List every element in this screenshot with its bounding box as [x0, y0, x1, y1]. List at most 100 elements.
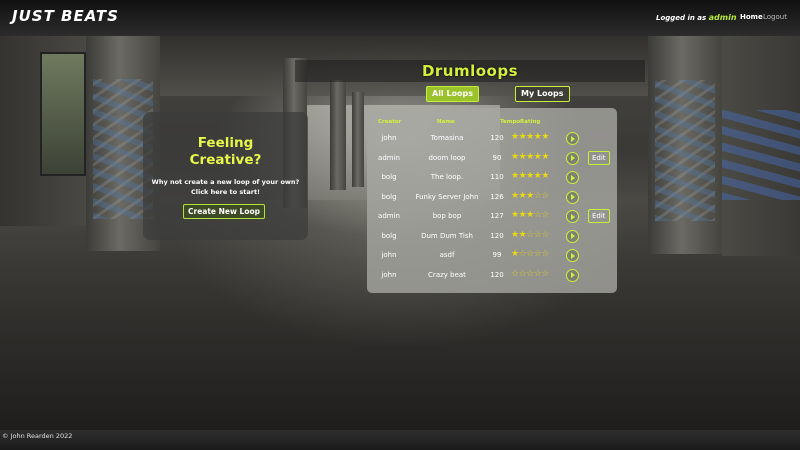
cell-name: asdf	[439, 251, 455, 259]
star-filled-icon: ★	[526, 210, 534, 220]
cell-tempo: 120	[490, 134, 504, 142]
creative-heading-line2: Creative?	[189, 152, 262, 168]
play-circle-icon[interactable]	[566, 268, 579, 282]
star-filled-icon: ★	[526, 151, 534, 162]
cell-name: doom loop	[428, 153, 466, 162]
play-circle-icon[interactable]	[566, 249, 579, 262]
creative-heading: Feeling Creative?	[143, 135, 308, 169]
rating-stars: ☆☆☆☆☆	[511, 269, 549, 279]
star-filled-icon: ★	[511, 210, 519, 220]
tab-all-loops[interactable]: All Loops	[426, 86, 480, 102]
page-title: Drumloops	[421, 62, 519, 80]
login-prefix: Logged in as	[656, 14, 707, 22]
play-circle-icon[interactable]	[566, 171, 579, 184]
star-filled-icon: ★	[511, 249, 519, 259]
star-empty-icon: ☆	[511, 268, 519, 279]
star-filled-icon: ★	[526, 132, 534, 142]
table-row: bolg The loop. 110 ★★★★★	[367, 168, 617, 187]
rating-stars: ★★★☆☆	[511, 191, 549, 201]
star-empty-icon: ☆	[541, 210, 549, 220]
creative-text-line2: Click here to start!	[190, 188, 261, 196]
cell-creator: bolg	[381, 192, 397, 201]
play-circle-icon[interactable]	[566, 210, 579, 223]
table-row: bolg Funky Server John 126 ★★★☆☆	[367, 188, 617, 207]
star-filled-icon: ★	[541, 132, 549, 142]
loops-table: Creator Name Tempo Rating john Tomasina 12…	[367, 108, 617, 293]
cell-name: Dum Dum Tish	[421, 231, 473, 240]
login-status: Logged in as admin	[656, 13, 737, 22]
cell-tempo: 120	[490, 231, 504, 240]
header-creator: Creator	[378, 119, 402, 125]
header-name: Name	[437, 119, 455, 125]
rating-stars: ★★★★★	[511, 171, 549, 181]
table-row: admin bop bop 127 ★★★☆☆ Edit	[367, 207, 617, 226]
pillar	[330, 80, 346, 190]
star-empty-icon: ☆	[541, 190, 549, 201]
tab-my-loops[interactable]: My Loops	[515, 86, 570, 102]
star-empty-icon: ☆	[541, 268, 549, 279]
star-filled-icon: ★	[511, 190, 519, 201]
copyright-text: © John Rearden 2022	[2, 432, 73, 440]
star-empty-icon: ☆	[526, 249, 534, 259]
username: admin	[708, 13, 737, 22]
cell-name: Funky Server John	[415, 192, 479, 201]
edit-button[interactable]: Edit	[588, 150, 610, 165]
star-filled-icon: ★	[541, 171, 549, 181]
nav-logout-link[interactable]: Logout	[763, 13, 787, 21]
footer: © John Rearden 2022	[0, 430, 800, 450]
cell-name: Crazy beat	[428, 270, 466, 279]
cell-creator: admin	[378, 153, 400, 162]
play-circle-icon[interactable]	[566, 151, 579, 165]
table-row: bolg Dum Dum Tish 120 ★★☆☆☆	[367, 227, 617, 246]
brand-logo[interactable]: JUST BEATS	[12, 7, 119, 25]
cell-tempo: 126	[490, 192, 504, 201]
create-loop-card: Feeling Creative? Why not create a new l…	[143, 112, 308, 240]
table-row: john Tomasina 120 ★★★★★	[367, 129, 617, 148]
rating-stars: ★★★★★	[511, 132, 549, 142]
pillar	[648, 36, 722, 254]
cell-creator: bolg	[381, 173, 397, 181]
star-filled-icon: ★	[511, 171, 519, 181]
navbar: JUST BEATS Logged in as admin Home Logou…	[0, 0, 800, 36]
star-filled-icon: ★	[541, 151, 549, 162]
left-window	[40, 52, 86, 176]
nav-home-link[interactable]: Home	[740, 13, 763, 21]
header-rating: Rating	[520, 119, 541, 125]
star-filled-icon: ★	[511, 151, 519, 162]
table-row: john Crazy beat 120 ☆☆☆☆☆	[367, 266, 617, 285]
pillar	[352, 92, 364, 187]
edit-button[interactable]: Edit	[588, 209, 610, 223]
rating-stars: ★☆☆☆☆	[511, 249, 549, 259]
star-filled-icon: ★	[526, 171, 534, 181]
create-new-loop-button[interactable]: Create New Loop	[183, 204, 265, 219]
header-tempo: Tempo	[500, 119, 521, 125]
cell-name: The loop.	[430, 173, 464, 181]
cell-tempo: 99	[492, 251, 502, 259]
graffiti	[720, 110, 800, 200]
creative-text: Why not create a new loop of your own? C…	[143, 177, 308, 197]
creative-text-line1: Why not create a new loop of your own?	[151, 178, 300, 186]
cell-tempo: 90	[492, 153, 502, 162]
cell-name: bop bop	[432, 212, 462, 220]
table-row: john asdf 99 ★☆☆☆☆	[367, 246, 617, 265]
play-circle-icon[interactable]	[566, 190, 579, 204]
cell-tempo: 127	[490, 212, 504, 220]
star-empty-icon: ☆	[526, 229, 534, 240]
play-circle-icon[interactable]	[566, 132, 579, 145]
star-empty-icon: ☆	[526, 268, 534, 279]
cell-creator: john	[381, 270, 397, 279]
cell-name: Tomasina	[430, 134, 464, 142]
cell-creator: bolg	[381, 231, 397, 240]
star-filled-icon: ★	[526, 190, 534, 201]
rating-stars: ★★★☆☆	[511, 210, 549, 220]
cell-tempo: 120	[490, 270, 504, 279]
cell-creator: john	[381, 251, 397, 259]
rating-stars: ★★★★★	[511, 152, 549, 162]
cell-creator: admin	[378, 212, 400, 220]
rating-stars: ★★☆☆☆	[511, 230, 549, 240]
table-row: admin doom loop 90 ★★★★★ Edit	[367, 149, 617, 168]
star-empty-icon: ☆	[541, 229, 549, 240]
play-circle-icon[interactable]	[566, 229, 579, 243]
cell-creator: john	[381, 134, 397, 142]
title-band: Drumloops	[295, 60, 645, 82]
